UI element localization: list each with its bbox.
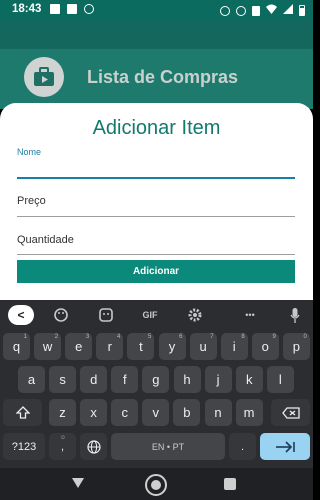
key-hint: 2 bbox=[54, 334, 59, 340]
comma-key[interactable]: , ☺ bbox=[49, 433, 76, 460]
dialog-title: Adicionar Item bbox=[92, 117, 221, 139]
key-r[interactable]: r4 bbox=[96, 333, 124, 360]
microphone-icon[interactable] bbox=[287, 306, 303, 324]
image-icon bbox=[67, 4, 77, 14]
key-label: r bbox=[107, 339, 112, 354]
key-w[interactable]: w2 bbox=[34, 333, 62, 360]
nav-home-icon[interactable] bbox=[145, 474, 167, 496]
shift-key[interactable] bbox=[3, 399, 42, 426]
key-m[interactable]: m bbox=[235, 399, 263, 426]
nav-recents-icon[interactable] bbox=[224, 478, 236, 490]
next-key[interactable] bbox=[260, 433, 310, 460]
key-u[interactable]: u7 bbox=[189, 333, 217, 360]
nav-back-icon[interactable] bbox=[72, 478, 84, 488]
key-label: i bbox=[232, 339, 236, 354]
key-hint: 6 bbox=[179, 334, 183, 340]
key-i[interactable]: i8 bbox=[220, 333, 248, 360]
space-key[interactable]: EN • PT bbox=[111, 433, 225, 460]
key-s[interactable]: s bbox=[49, 366, 77, 393]
preco-label: Preço bbox=[17, 195, 46, 207]
key-l[interactable]: l bbox=[266, 366, 294, 393]
more-options-button[interactable]: ••• bbox=[240, 306, 260, 324]
keyboard-back-button[interactable]: < bbox=[8, 305, 34, 325]
quantidade-field[interactable]: Quantidade bbox=[17, 230, 295, 256]
key-p[interactable]: p0 bbox=[282, 333, 310, 360]
key-d[interactable]: d bbox=[80, 366, 108, 393]
quantidade-label: Quantidade bbox=[17, 234, 74, 246]
key-y[interactable]: y6 bbox=[158, 333, 186, 360]
signal-icon bbox=[283, 4, 293, 17]
key-label: t bbox=[139, 339, 143, 354]
key-o[interactable]: o9 bbox=[251, 333, 279, 360]
key-z[interactable]: z bbox=[49, 399, 76, 426]
comma-label: , bbox=[60, 440, 65, 453]
key-label: p bbox=[292, 339, 300, 354]
emoji-hint-icon: ☺ bbox=[59, 435, 66, 441]
app-bar bbox=[0, 19, 313, 49]
preco-field[interactable]: Preço bbox=[17, 191, 295, 217]
key-k[interactable]: k bbox=[235, 366, 263, 393]
key-n[interactable]: n bbox=[204, 399, 232, 426]
palette-icon[interactable] bbox=[52, 306, 70, 324]
key-v[interactable]: v bbox=[142, 399, 170, 426]
key-label: y bbox=[168, 339, 176, 354]
key-hint: 9 bbox=[272, 334, 276, 340]
keyboard-toolbar: < GIF ••• bbox=[0, 300, 313, 330]
gear-icon[interactable] bbox=[186, 306, 204, 324]
key-hint: 3 bbox=[85, 334, 90, 340]
mail-icon bbox=[50, 4, 60, 14]
preco-underline bbox=[17, 216, 295, 217]
app-title: Lista de Compras bbox=[87, 67, 239, 87]
whatsapp-icon bbox=[84, 4, 94, 14]
key-label: e bbox=[75, 339, 83, 354]
key-a[interactable]: a bbox=[18, 366, 45, 393]
quantidade-underline bbox=[17, 254, 295, 255]
key-q[interactable]: q1 bbox=[3, 333, 30, 360]
keyboard: < GIF ••• ?123 , ☺ EN • PT . q1w2e3r4t5 bbox=[0, 300, 313, 468]
app-background: Lista de Compras bbox=[0, 19, 313, 109]
key-hint: 4 bbox=[116, 334, 121, 340]
navigation-bar bbox=[0, 468, 313, 500]
key-f[interactable]: f bbox=[111, 366, 139, 393]
nome-label: Nome bbox=[17, 147, 42, 157]
gif-button[interactable]: GIF bbox=[138, 306, 162, 324]
add-item-dialog: Adicionar Item Nome Preço Quantidade Adi… bbox=[0, 103, 313, 300]
key-hint: 5 bbox=[148, 334, 152, 340]
key-hint: 1 bbox=[23, 334, 27, 340]
key-t[interactable]: t5 bbox=[127, 333, 155, 360]
shopping-bag-icon bbox=[24, 57, 64, 97]
key-c[interactable]: c bbox=[111, 399, 139, 426]
headset-icon bbox=[236, 5, 246, 16]
key-hint: 8 bbox=[241, 334, 245, 340]
vibrate-icon bbox=[252, 5, 260, 16]
symbols-key[interactable]: ?123 bbox=[3, 433, 45, 460]
period-key[interactable]: . bbox=[229, 433, 256, 460]
key-label: w bbox=[42, 339, 53, 354]
status-bar: 18:43 bbox=[0, 0, 313, 19]
key-j[interactable]: j bbox=[204, 366, 232, 393]
status-time: 18:43 bbox=[12, 3, 42, 15]
key-hint: 7 bbox=[210, 334, 214, 340]
nome-underline bbox=[17, 177, 295, 179]
key-b[interactable]: b bbox=[173, 399, 201, 426]
key-h[interactable]: h bbox=[173, 366, 201, 393]
globe-icon[interactable] bbox=[80, 433, 107, 460]
key-g[interactable]: g bbox=[142, 366, 170, 393]
battery-icon bbox=[299, 5, 305, 16]
key-x[interactable]: x bbox=[80, 399, 108, 426]
key-e[interactable]: e3 bbox=[65, 333, 93, 360]
add-button[interactable]: Adicionar bbox=[17, 260, 295, 283]
key-label: u bbox=[199, 339, 207, 354]
sticker-icon[interactable] bbox=[97, 306, 115, 324]
key-label: o bbox=[261, 339, 269, 354]
alarm-icon bbox=[220, 5, 230, 16]
key-label: q bbox=[12, 339, 21, 354]
nome-field[interactable]: Nome bbox=[17, 147, 295, 179]
wifi-icon bbox=[266, 4, 277, 17]
key-hint: 0 bbox=[303, 334, 307, 340]
backspace-key[interactable] bbox=[271, 399, 310, 426]
